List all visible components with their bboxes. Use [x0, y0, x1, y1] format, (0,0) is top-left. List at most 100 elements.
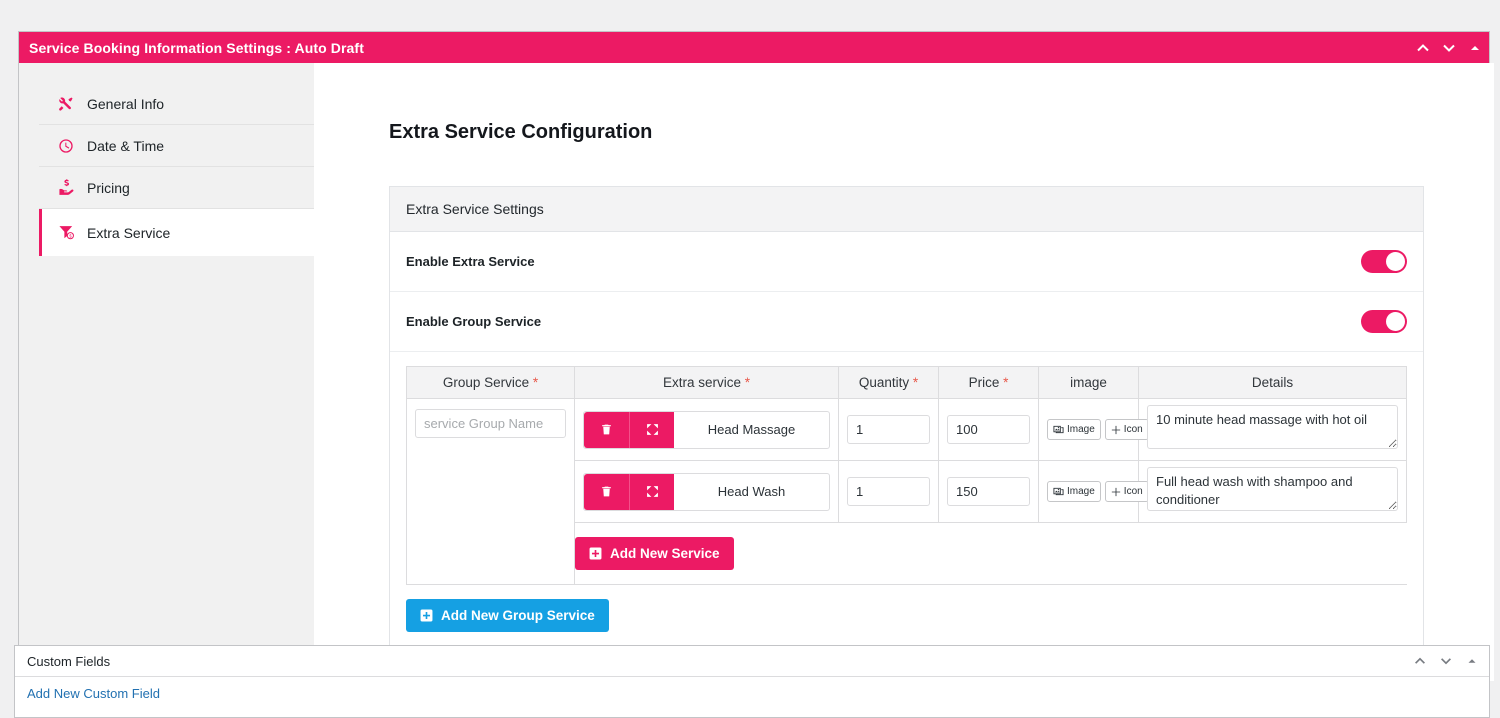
quantity-input[interactable]: [847, 477, 930, 506]
required-asterisk: *: [912, 375, 919, 390]
toggle-panel-icon[interactable]: [1467, 40, 1483, 56]
details-textarea[interactable]: [1147, 405, 1398, 449]
details-cell: [1138, 398, 1407, 461]
group-name-input[interactable]: [415, 409, 566, 438]
plus-square-icon: [589, 547, 602, 560]
required-asterisk: *: [744, 375, 751, 390]
extra-service-table: Group Service * Extra service * Quantity…: [406, 366, 1407, 585]
sidebar-item-general-info[interactable]: General Info: [39, 83, 314, 125]
panel-title: Service Booking Information Settings : A…: [29, 39, 364, 56]
enable-group-service-toggle[interactable]: [1361, 310, 1407, 333]
upload-image-label: Image: [1067, 424, 1095, 435]
extra-service-settings-card: Extra Service Settings Enable Extra Serv…: [389, 186, 1424, 651]
enable-extra-service-row: Enable Extra Service: [390, 232, 1423, 292]
group-name-cell: [406, 398, 575, 585]
th-details: Details: [1138, 366, 1407, 399]
plus-icon: [1111, 425, 1120, 434]
page-title: Extra Service Configuration: [389, 121, 653, 143]
media-buttons: Image Icon: [1047, 419, 1149, 440]
details-textarea[interactable]: [1147, 467, 1398, 511]
service-name-label[interactable]: Head Wash: [674, 474, 829, 510]
media-buttons: Image Icon: [1047, 481, 1149, 502]
image-icon: [1053, 487, 1064, 496]
price-input[interactable]: [947, 477, 1030, 506]
sidebar-item-label: Date & Time: [87, 137, 165, 154]
details-cell: [1138, 460, 1407, 523]
sidebar-item-date-time[interactable]: Date & Time: [39, 125, 314, 167]
custom-fields-header: Custom Fields: [15, 646, 1489, 677]
add-group-service-wrap: Add New Group Service: [406, 585, 1407, 632]
card-header-label: Extra Service Settings: [390, 187, 1423, 232]
move-service-button[interactable]: [629, 411, 674, 448]
sidebar-item-extra-service[interactable]: $ Extra Service: [39, 209, 314, 256]
custom-fields-controls: [1413, 646, 1481, 677]
extra-service-cell: Head Wash: [574, 460, 839, 523]
enable-extra-service-toggle[interactable]: [1361, 250, 1407, 273]
sidebar-item-pricing[interactable]: Pricing: [39, 167, 314, 209]
delete-service-button[interactable]: [584, 473, 629, 510]
quantity-cell: [838, 460, 939, 523]
clock-icon: [57, 137, 75, 155]
toggle-panel-icon[interactable]: [1465, 654, 1481, 670]
custom-fields-body: Add New Custom Field: [15, 677, 1489, 717]
price-input[interactable]: [947, 415, 1030, 444]
th-quantity: Quantity *: [838, 366, 939, 399]
add-service-cell: Add New Service: [574, 522, 1407, 585]
custom-fields-panel: Custom Fields Add New Custom Field: [14, 645, 1490, 718]
extra-service-cell: Head Massage: [574, 398, 839, 461]
panel-header-controls: [1415, 32, 1483, 63]
filter-dollar-icon: $: [57, 224, 75, 242]
settings-sidebar: General Info Date & Time Pricing $ Extra…: [19, 63, 314, 681]
tools-icon: [57, 95, 75, 113]
price-cell: [938, 398, 1039, 461]
quantity-input[interactable]: [847, 415, 930, 444]
service-name-label[interactable]: Head Massage: [674, 412, 829, 448]
enable-group-service-row: Enable Group Service: [390, 292, 1423, 352]
delete-service-button[interactable]: [584, 411, 629, 448]
table-header-row: Group Service * Extra service * Quantity…: [406, 366, 1407, 399]
add-icon-label: Icon: [1123, 424, 1143, 435]
th-label: Price: [968, 375, 1000, 390]
th-label: Group Service: [442, 375, 530, 390]
th-group-service: Group Service *: [406, 366, 575, 399]
plus-icon: [1111, 487, 1120, 496]
panel-header: Service Booking Information Settings : A…: [19, 32, 1489, 63]
upload-image-label: Image: [1067, 486, 1095, 497]
move-down-icon[interactable]: [1439, 654, 1455, 670]
required-asterisk: *: [1003, 375, 1009, 390]
service-row-control: Head Wash: [583, 472, 830, 511]
price-cell: [938, 460, 1039, 523]
image-icon: [1053, 425, 1064, 434]
toggle-knob: [1386, 252, 1405, 271]
th-label: image: [1070, 375, 1107, 390]
th-label: Extra service: [662, 375, 741, 390]
settings-content: Extra Service Configuration Extra Servic…: [314, 63, 1494, 681]
add-new-custom-field-link[interactable]: Add New Custom Field: [27, 686, 160, 701]
add-new-service-button[interactable]: Add New Service: [575, 537, 734, 570]
plus-square-icon: [420, 609, 433, 622]
sidebar-item-label: General Info: [87, 95, 165, 112]
hand-holding-dollar-icon: [57, 179, 75, 197]
th-image: image: [1038, 366, 1139, 399]
add-new-group-service-button[interactable]: Add New Group Service: [406, 599, 609, 632]
th-label: Details: [1251, 375, 1294, 390]
add-icon-button[interactable]: Icon: [1104, 481, 1149, 502]
move-service-button[interactable]: [629, 473, 674, 510]
add-icon-button[interactable]: Icon: [1104, 419, 1149, 440]
move-up-icon[interactable]: [1415, 40, 1431, 56]
upload-image-button[interactable]: Image: [1047, 481, 1101, 502]
image-cell: Image Icon: [1038, 398, 1149, 461]
move-down-icon[interactable]: [1441, 40, 1457, 56]
enable-group-service-label: Enable Group Service: [406, 314, 542, 329]
th-price: Price *: [938, 366, 1039, 399]
group-service-table-wrap: Group Service * Extra service * Quantity…: [390, 352, 1423, 650]
toggle-knob: [1386, 312, 1405, 331]
sidebar-item-label: Extra Service: [87, 224, 171, 241]
th-label: Quantity: [858, 375, 910, 390]
upload-image-button[interactable]: Image: [1047, 419, 1101, 440]
enable-extra-service-label: Enable Extra Service: [406, 254, 535, 269]
move-up-icon[interactable]: [1413, 654, 1429, 670]
required-asterisk: *: [532, 375, 539, 390]
th-extra-service: Extra service *: [574, 366, 839, 399]
panel-body: General Info Date & Time Pricing $ Extra…: [19, 63, 1494, 681]
